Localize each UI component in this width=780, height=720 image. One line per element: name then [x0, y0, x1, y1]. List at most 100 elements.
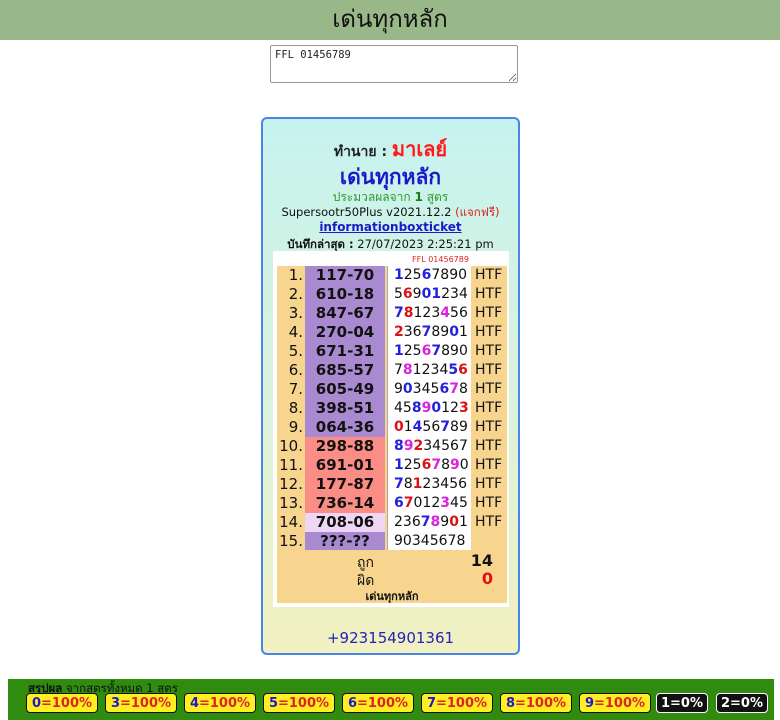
summary-chip-7: 7=100%	[421, 693, 493, 713]
row-tag: HTF	[475, 324, 503, 340]
phone-number: +923154901361	[326, 629, 455, 647]
row-number: 8.	[288, 399, 303, 417]
row-digits: 23678901	[387, 323, 471, 342]
row-digits: 78123456	[387, 304, 471, 323]
row-digits: 67012345	[387, 494, 471, 513]
summary-chip-3: 3=100%	[105, 693, 177, 713]
row-pair: 177-87	[305, 475, 385, 494]
row-tag: HTF	[475, 457, 503, 473]
table-row: 8. 398-51 45890123 HTF	[277, 399, 507, 418]
row-tag: HTF	[475, 419, 503, 435]
row-pair: 298-88	[305, 437, 385, 456]
row-tag: HTF	[475, 514, 503, 530]
row-pair: 610-18	[305, 285, 385, 304]
row-number: 1.	[288, 266, 303, 284]
table-row: 4. 270-04 23678901 HTF	[277, 323, 507, 342]
page-title: เด่นทุกหลัก	[332, 5, 448, 33]
formula-head: FFL 01456789	[412, 255, 469, 264]
row-number: 14.	[279, 513, 303, 531]
owner-name: มาเลย์	[391, 137, 448, 161]
row-digits: 56901234	[387, 285, 471, 304]
row-pair: 671-31	[305, 342, 385, 361]
summary-chip-6: 6=100%	[342, 693, 414, 713]
row-digits: 12567890	[387, 342, 471, 361]
row-number: 3.	[288, 304, 303, 322]
correct-value: 14	[470, 551, 493, 570]
stats-footer: เด่นทุกหลัก	[365, 590, 419, 603]
row-tag: HTF	[475, 362, 503, 378]
row-tag: HTF	[475, 286, 503, 302]
table-row: 1. 117-70 12567890 HTF	[277, 266, 507, 285]
row-digits: 78123456	[387, 361, 471, 380]
row-tag: HTF	[475, 305, 503, 321]
table-row: 5. 671-31 12567890 HTF	[277, 342, 507, 361]
row-number: 15.	[279, 532, 303, 550]
row-digits: 23678901	[387, 513, 471, 532]
row-pair: 064-36	[305, 418, 385, 437]
page-header: เด่นทุกหลัก	[0, 0, 780, 40]
saved-timestamp: 27/07/2023 2:25:21 pm	[357, 237, 494, 251]
table-row: 12. 177-87 78123456 HTF	[277, 475, 507, 494]
summary-chip-5: 5=100%	[263, 693, 335, 713]
row-number: 7.	[288, 380, 303, 398]
summary-chip-8: 8=100%	[500, 693, 572, 713]
table-row: 15. ???-?? 90345678	[277, 532, 507, 551]
row-digits: 01456789	[387, 418, 471, 437]
table-row: 9. 064-36 01456789 HTF	[277, 418, 507, 437]
row-number: 11.	[279, 456, 303, 474]
row-digits: 78123456	[387, 475, 471, 494]
table-row: 6. 685-57 78123456 HTF	[277, 361, 507, 380]
row-pair: 708-06	[305, 513, 385, 532]
row-pair: 847-67	[305, 304, 385, 323]
row-tag: HTF	[475, 438, 503, 454]
row-number: 5.	[288, 342, 303, 360]
info-link[interactable]: informationboxticket	[263, 220, 518, 234]
table-row: 10. 298-88 89234567 HTF	[277, 437, 507, 456]
owner-label: ทำนาย :	[333, 144, 388, 160]
row-tag: HTF	[475, 343, 503, 359]
row-digits: 90345678	[387, 532, 471, 551]
prediction-card: ทำนาย : มาเลย์ เด่นทุกหลัก ประมวลผลจาก 1…	[261, 117, 520, 655]
row-digits: 12567890	[387, 456, 471, 475]
formula-input[interactable]	[270, 45, 518, 83]
row-number: 12.	[279, 475, 303, 493]
row-pair: 685-57	[305, 361, 385, 380]
row-number: 13.	[279, 494, 303, 512]
version-text: Supersootr50Plus v2021.12.2	[281, 205, 452, 219]
row-number: 4.	[288, 323, 303, 341]
table-row: 14. 708-06 23678901 HTF	[277, 513, 507, 532]
summary-chip-0: 0=100%	[26, 693, 98, 713]
row-digits: 89234567	[387, 437, 471, 456]
summary-bar: สรุปผล จากสูตรทั้งหมด 1 สูตร 0=100% 3=100…	[8, 679, 774, 720]
row-digits: 90345678	[387, 380, 471, 399]
row-tag: HTF	[475, 400, 503, 416]
row-digits: 45890123	[387, 399, 471, 418]
row-number: 2.	[288, 285, 303, 303]
row-pair: 270-04	[305, 323, 385, 342]
row-pair: 736-14	[305, 494, 385, 513]
table-row: 3. 847-67 78123456 HTF	[277, 304, 507, 323]
free-label: (แจกฟรี)	[455, 205, 500, 219]
row-number: 10.	[279, 437, 303, 455]
row-pair: ???-??	[305, 532, 385, 551]
row-tag: HTF	[475, 495, 503, 511]
result-panel: FFL 01456789 1. 117-70 12567890 HTF 2. 610-18…	[273, 251, 509, 607]
row-pair: 691-01	[305, 456, 385, 475]
summary-chip-1: 1=0%	[656, 693, 708, 713]
row-number: 9.	[288, 418, 303, 436]
table-row: 13. 736-14 67012345 HTF	[277, 494, 507, 513]
wrong-value: 0	[481, 569, 493, 588]
table-row: 2. 610-18 56901234 HTF	[277, 285, 507, 304]
row-tag: HTF	[475, 476, 503, 492]
row-digits: 12567890	[387, 266, 471, 285]
summary-chip-4: 4=100%	[184, 693, 256, 713]
row-pair: 398-51	[305, 399, 385, 418]
row-pair: 117-70	[305, 266, 385, 285]
row-tag: HTF	[475, 381, 503, 397]
table-row: 7. 605-49 90345678 HTF	[277, 380, 507, 399]
table-row: 11. 691-01 12567890 HTF	[277, 456, 507, 475]
summary-chip-2: 2=0%	[716, 693, 768, 713]
row-number: 6.	[288, 361, 303, 379]
stats-box: ถูก 14 ผิด 0 เด่นทุกหลัก	[277, 550, 507, 603]
row-tag: HTF	[475, 267, 503, 283]
